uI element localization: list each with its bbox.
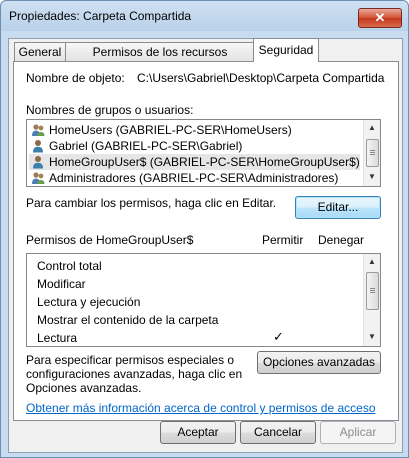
group-name: HomeUsers (GABRIEL-PC-SER\HomeUsers) <box>49 123 292 137</box>
permissions-header: Permisos de HomeGroupUser$ <box>26 233 194 247</box>
user-group-icon <box>32 172 45 184</box>
user-group-icon <box>32 124 45 136</box>
tab-share-permissions[interactable]: Permisos de los recursos compartidos <box>65 42 255 77</box>
tab-general[interactable]: General <box>14 42 66 61</box>
permission-name: Mostrar el contenido de la carpeta <box>37 313 219 327</box>
scroll-up-icon[interactable]: ▲ <box>364 254 380 270</box>
object-name-value: C:\Users\Gabriel\Desktop\Carpeta Compart… <box>137 71 385 85</box>
groups-label: Nombres de grupos o usuarios: <box>26 103 194 117</box>
help-link[interactable]: Obtener más información acerca de contro… <box>26 401 376 415</box>
user-icon <box>33 140 43 153</box>
user-icon <box>33 156 43 169</box>
permissions-list[interactable]: Control total Modificar Lectura y ejecuc… <box>26 253 381 347</box>
title-bar[interactable]: Propiedades: Carpeta Compartida ✕ <box>1 1 408 31</box>
edit-button[interactable]: Editar... <box>295 196 381 219</box>
groups-scrollbar[interactable]: ▲ ▼ <box>363 120 380 186</box>
scroll-thumb[interactable] <box>366 272 379 310</box>
dialog-body: General Permisos de los recursos compart… <box>8 38 403 453</box>
advanced-text-line1: Para especificar permisos especiales o <box>26 353 235 367</box>
window-title: Propiedades: Carpeta Compartida <box>9 9 192 23</box>
properties-dialog: Propiedades: Carpeta Compartida ✕ Genera… <box>0 0 409 458</box>
advanced-options-button[interactable]: Opciones avanzadas <box>257 351 381 374</box>
advanced-text-line2: configuraciones avanzadas, haga clic en <box>26 367 243 381</box>
change-permissions-text: Para cambiar los permisos, haga clic en … <box>26 196 277 210</box>
apply-button[interactable]: Aplicar <box>320 421 396 444</box>
groups-list[interactable]: HomeUsers (GABRIEL-PC-SER\HomeUsers) Gab… <box>26 119 381 187</box>
ok-button[interactable]: Aceptar <box>160 421 236 444</box>
security-panel: Nombre de objeto: C:\Users\Gabriel\Deskt… <box>13 61 399 421</box>
tab-security[interactable]: Seguridad <box>253 38 319 62</box>
group-name: HomeGroupUser$ (GABRIEL-PC-SER\HomeGroup… <box>49 155 360 169</box>
scroll-down-icon[interactable]: ▼ <box>364 169 380 185</box>
allow-check-icon: ✓ <box>273 329 284 344</box>
permission-row: Control total <box>29 258 360 274</box>
list-item[interactable]: Administradores (GABRIEL-PC-SER\Administ… <box>29 170 360 186</box>
permission-row: Mostrar el contenido de la carpeta <box>29 312 360 328</box>
advanced-text-line3: Opciones avanzadas. <box>26 381 142 395</box>
group-name: Administradores (GABRIEL-PC-SER\Administ… <box>49 171 339 185</box>
scroll-down-icon[interactable]: ▼ <box>364 329 380 345</box>
permission-name: Modificar <box>37 277 86 291</box>
cancel-button[interactable]: Cancelar <box>240 421 316 444</box>
scroll-thumb[interactable] <box>366 139 379 167</box>
permissions-scrollbar[interactable]: ▲ ▼ <box>363 254 380 346</box>
object-name-label: Nombre de objeto: <box>26 71 125 85</box>
permission-name: Control total <box>37 259 102 273</box>
scroll-up-icon[interactable]: ▲ <box>364 120 380 136</box>
permission-name: Lectura y ejecución <box>37 295 141 309</box>
close-button[interactable]: ✕ <box>358 8 402 28</box>
permission-name: Lectura <box>37 331 78 345</box>
list-item[interactable]: HomeUsers (GABRIEL-PC-SER\HomeUsers) <box>29 122 360 138</box>
permission-row: Modificar <box>29 276 360 292</box>
deny-column-header: Denegar <box>318 233 365 247</box>
allow-column-header: Permitir <box>262 233 304 247</box>
group-name: Gabriel (GABRIEL-PC-SER\Gabriel) <box>49 139 243 153</box>
permission-row: Lectura ✓ <box>29 329 360 346</box>
list-item-selected[interactable]: HomeGroupUser$ (GABRIEL-PC-SER\HomeGroup… <box>29 154 360 170</box>
permission-row: Lectura y ejecución <box>29 294 360 310</box>
list-item[interactable]: Gabriel (GABRIEL-PC-SER\Gabriel) <box>29 138 360 154</box>
